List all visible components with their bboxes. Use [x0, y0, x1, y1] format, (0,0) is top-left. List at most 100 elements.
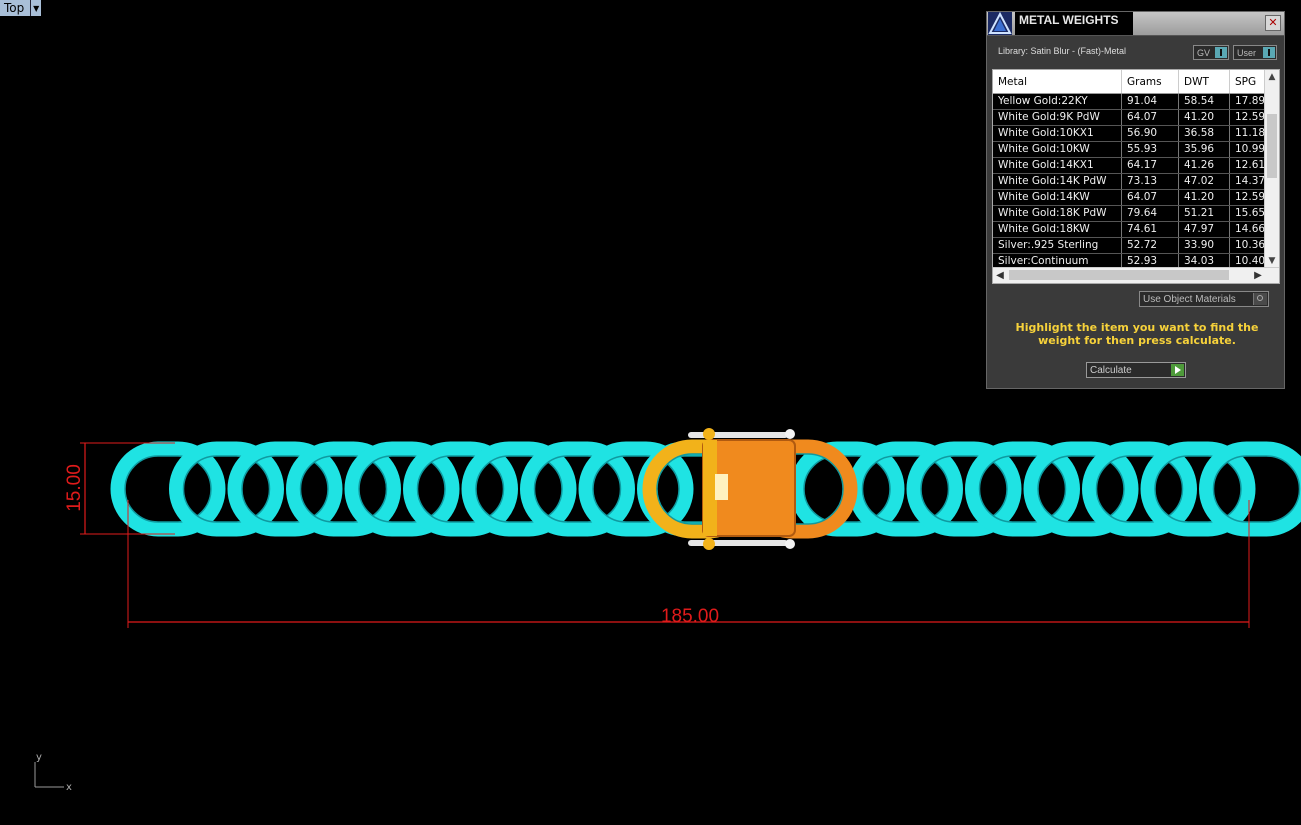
chain-link-bevel — [1212, 455, 1301, 523]
chain-link — [403, 441, 518, 537]
cell-metal: White Gold:18KW — [993, 221, 1122, 238]
toggle-knob-icon — [1263, 47, 1275, 58]
chain-link-bevel — [1037, 455, 1125, 523]
scroll-up-icon[interactable]: ▲ — [1265, 70, 1279, 84]
chain-link-bevel — [416, 455, 505, 523]
cell-metal: White Gold:18K PdW — [993, 205, 1122, 222]
cell-metal: Silver:.925 Sterling — [993, 237, 1122, 254]
gv-toggle[interactable]: GV — [1193, 45, 1229, 60]
chain-link — [169, 441, 284, 537]
table-row[interactable]: White Gold:14K PdW 73.13 47.02 14.37 — [993, 173, 1272, 190]
cell-dwt: 36.58 — [1178, 125, 1230, 142]
chain-link-bevel — [475, 455, 563, 523]
metal-weights-grid[interactable]: Metal Grams DWT SPG Yellow Gold:22KY 91.0… — [992, 69, 1280, 284]
metal-weights-panel: METAL WEIGHTS ✕ Library: Satin Blur - (F… — [986, 11, 1285, 389]
cell-dwt: 41.26 — [1178, 157, 1230, 174]
chain-link-bevel — [920, 455, 1008, 523]
cell-metal: White Gold:14KX1 — [993, 157, 1122, 174]
column-header-metal[interactable]: Metal — [993, 70, 1122, 94]
chain-link-bevel — [182, 455, 271, 523]
user-toggle-label: User — [1237, 48, 1257, 58]
scroll-left-icon[interactable]: ◀ — [993, 268, 1007, 283]
close-icon[interactable]: ✕ — [1265, 15, 1281, 31]
table-row[interactable]: White Gold:14KW 64.07 41.20 12.59 — [993, 189, 1272, 206]
cell-dwt: 47.02 — [1178, 173, 1230, 190]
horizontal-scrollbar[interactable]: ◀ ▶ — [993, 267, 1279, 283]
viewport-title-tab[interactable]: Top ▼ — [0, 0, 42, 16]
calculate-button[interactable]: Calculate — [1086, 362, 1186, 378]
table-row[interactable]: White Gold:9K PdW 64.07 41.20 12.59 — [993, 109, 1272, 126]
cell-dwt: 58.54 — [1178, 93, 1230, 110]
table-row[interactable]: White Gold:10KW 55.93 35.96 10.99 — [993, 141, 1272, 158]
chain-link — [344, 441, 460, 537]
axis-x-label: x — [66, 782, 72, 793]
column-header-dwt[interactable]: DWT — [1178, 70, 1230, 94]
toggle-knob-icon — [1215, 47, 1227, 58]
chain-link-bevel — [978, 455, 1067, 523]
chain-link — [227, 441, 343, 537]
scroll-down-icon[interactable]: ▼ — [1265, 254, 1279, 268]
user-toggle[interactable]: User — [1233, 45, 1277, 60]
radio-icon — [1253, 293, 1267, 305]
cell-grams: 91.04 — [1121, 93, 1179, 110]
horizontal-scroll-thumb[interactable] — [1009, 270, 1229, 280]
chain-link — [1023, 441, 1139, 537]
cell-grams: 52.72 — [1121, 237, 1179, 254]
cell-grams: 74.61 — [1121, 221, 1179, 238]
chain-link-bevel — [533, 455, 622, 523]
pin-cap — [703, 538, 715, 550]
cell-dwt: 47.97 — [1178, 221, 1230, 238]
cell-dwt: 51.21 — [1178, 205, 1230, 222]
table-row[interactable]: White Gold:14KX1 64.17 41.26 12.61 — [993, 157, 1272, 174]
cell-metal: White Gold:10KW — [993, 141, 1122, 158]
chain-link-bevel — [861, 455, 950, 523]
clasp-band — [703, 440, 717, 536]
table-row[interactable]: Silver:.925 Sterling 52.72 33.90 10.36 — [993, 237, 1272, 254]
chain-link — [110, 441, 226, 537]
chain-link-bevel — [124, 455, 212, 523]
cell-grams: 64.07 — [1121, 189, 1179, 206]
clasp-latch — [715, 474, 728, 500]
vertical-scrollbar[interactable]: ▲ ▼ — [1264, 70, 1279, 268]
chain-link-bevel — [241, 455, 329, 523]
table-row[interactable]: White Gold:18K PdW 79.64 51.21 15.65 — [993, 205, 1272, 222]
chain-link — [461, 441, 577, 537]
calculate-label: Calculate — [1090, 365, 1132, 376]
chain-link — [286, 441, 401, 537]
chain-link — [848, 441, 963, 537]
cell-dwt: 33.90 — [1178, 237, 1230, 254]
vertical-scroll-thumb[interactable] — [1267, 114, 1277, 178]
cell-grams: 73.13 — [1121, 173, 1179, 190]
chain-link-bevel — [1154, 455, 1242, 523]
table-row[interactable]: White Gold:18KW 74.61 47.97 14.66 — [993, 221, 1272, 238]
chain-link-bevel — [358, 455, 446, 523]
table-row[interactable]: Yellow Gold:22KY 91.04 58.54 17.89 — [993, 93, 1272, 110]
cell-grams: 55.93 — [1121, 141, 1179, 158]
clasp-pin-top — [688, 432, 788, 438]
clasp-pin-bottom — [688, 540, 788, 546]
use-object-materials-label: Use Object Materials — [1143, 294, 1236, 305]
table-row[interactable]: White Gold:10KX1 56.90 36.58 11.18 — [993, 125, 1272, 142]
chain-link-bevel — [1095, 455, 1184, 523]
chain-link — [1082, 441, 1197, 537]
cell-dwt: 35.96 — [1178, 141, 1230, 158]
use-object-materials-toggle[interactable]: Use Object Materials — [1139, 291, 1269, 307]
cell-dwt: 41.20 — [1178, 189, 1230, 206]
cell-grams: 79.64 — [1121, 205, 1179, 222]
viewport-name[interactable]: Top — [0, 0, 32, 16]
viewport-menu-dropdown-icon[interactable]: ▼ — [31, 0, 42, 16]
cell-grams: 56.90 — [1121, 125, 1179, 142]
gv-toggle-label: GV — [1197, 48, 1211, 58]
column-header-grams[interactable]: Grams — [1121, 70, 1179, 94]
scroll-right-icon[interactable]: ▶ — [1251, 268, 1265, 283]
cell-grams: 64.07 — [1121, 109, 1179, 126]
app-logo-icon — [988, 12, 1012, 35]
instruction-text: Highlight the item you want to find the … — [1015, 321, 1259, 347]
panel-title: METAL WEIGHTS — [1015, 12, 1133, 35]
cell-metal: White Gold:10KX1 — [993, 125, 1122, 142]
panel-titlebar[interactable]: METAL WEIGHTS ✕ — [987, 12, 1284, 36]
dimension-width-label: 185.00 — [661, 606, 719, 627]
axis-y-label: y — [36, 752, 42, 763]
play-arrow-icon — [1171, 364, 1184, 376]
pin-cap — [703, 428, 715, 440]
